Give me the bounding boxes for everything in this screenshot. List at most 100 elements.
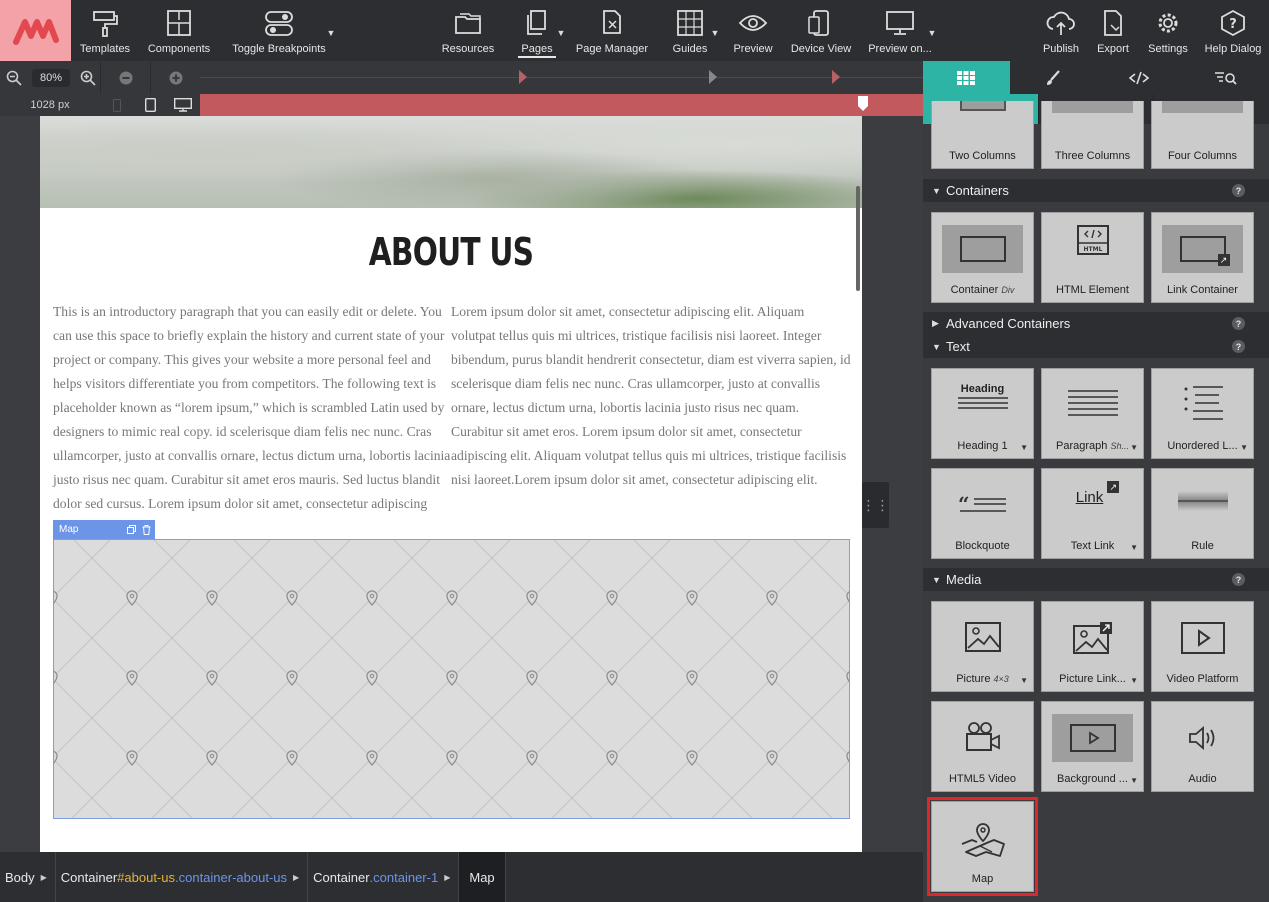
card-video-platform[interactable]: Video Platform	[1151, 601, 1254, 692]
columns-icon	[1162, 101, 1243, 113]
preview-on-dropdown[interactable]: ▼	[927, 0, 937, 61]
section-text[interactable]: ▼ Text ?	[923, 335, 1269, 358]
page-title[interactable]: ABOUT US	[130, 230, 771, 274]
duplicate-icon[interactable]	[127, 524, 136, 534]
tablet-view-button[interactable]	[134, 94, 166, 116]
breadcrumb-container-about-us[interactable]: Container #about-us .container-about-us ▶	[56, 852, 309, 902]
breadcrumb-body[interactable]: Body ▶	[0, 852, 56, 902]
card-heading[interactable]: Heading Heading 1 ▼	[931, 368, 1034, 459]
pages-dropdown[interactable]: ▼	[556, 0, 566, 61]
templates-button[interactable]: Templates	[75, 0, 135, 61]
paragraph-left[interactable]: This is an introductory paragraph that y…	[53, 300, 451, 540]
preview-button[interactable]: Preview	[731, 0, 775, 61]
pages-icon	[527, 10, 546, 35]
pages-button[interactable]: Pages	[512, 0, 562, 61]
publish-button[interactable]: Publish	[1039, 0, 1083, 61]
map-icon	[932, 822, 1033, 858]
desktop-view-button[interactable]	[166, 94, 200, 116]
breadcrumb-container-1[interactable]: Container .container-1 ▶	[308, 852, 460, 902]
guides-button[interactable]: Guides	[668, 0, 712, 61]
export-button[interactable]: Export	[1093, 0, 1133, 61]
settings-button[interactable]: Settings	[1145, 0, 1191, 61]
card-paragraph[interactable]: Paragraph Sh... ▼	[1041, 368, 1144, 459]
blockquote-icon: “	[932, 493, 1033, 515]
card-audio[interactable]: Audio	[1151, 701, 1254, 792]
card-container-div[interactable]: Container Div	[931, 212, 1034, 303]
page-manager-button[interactable]: Page Manager	[575, 0, 649, 61]
add-breakpoint-button[interactable]	[150, 61, 200, 94]
components-button[interactable]: Components	[146, 0, 212, 61]
card-rule[interactable]: Rule	[1151, 468, 1254, 559]
card-two-columns[interactable]: Two Columns	[931, 101, 1034, 169]
map-placeholder[interactable]	[53, 539, 850, 819]
caret-down-icon[interactable]: ▼	[1020, 676, 1028, 685]
caret-down-icon[interactable]: ▼	[1130, 676, 1138, 685]
card-picture-link[interactable]: Picture Link... ▼	[1041, 601, 1144, 692]
zoom-value[interactable]: 80%	[32, 69, 70, 87]
breakpoints-dropdown[interactable]: ▼	[326, 0, 336, 61]
phone-view-button[interactable]	[100, 94, 134, 116]
breakpoint-range-track[interactable]	[200, 94, 923, 116]
help-icon[interactable]: ?	[1232, 184, 1245, 197]
width-handle-icon[interactable]	[858, 96, 868, 112]
card-link-container[interactable]: ↗ Link Container	[1151, 212, 1254, 303]
breakpoint-marker-icon[interactable]	[831, 70, 841, 84]
columns-icon	[960, 101, 1006, 111]
heading-icon: Heading	[932, 383, 1033, 409]
resize-handle[interactable]: ⋮⋮	[862, 482, 890, 528]
help-icon[interactable]: ?	[1232, 340, 1245, 353]
zoom-out-button[interactable]	[0, 61, 28, 94]
caret-down-icon[interactable]: ▼	[1130, 543, 1138, 552]
breakpoint-ruler	[200, 77, 923, 78]
card-unordered-list[interactable]: Unordered L... ▼	[1151, 368, 1254, 459]
remove-breakpoint-button[interactable]	[100, 61, 150, 94]
chevron-right-icon: ▶	[444, 872, 451, 882]
breakpoint-marker-icon[interactable]	[518, 70, 528, 84]
elements-panel: Elements Components Symbols Two Columns …	[923, 61, 1269, 902]
columns-icon	[1052, 101, 1133, 113]
phone-icon	[113, 98, 121, 112]
caret-down-icon: ▼	[710, 28, 720, 38]
section-containers[interactable]: ▼ Containers ?	[923, 179, 1269, 202]
section-advanced-containers[interactable]: ▶ Advanced Containers ?	[923, 312, 1269, 335]
card-html5-video[interactable]: HTML5 Video	[931, 701, 1034, 792]
device-view-button[interactable]: Device View	[789, 0, 853, 61]
breakpoint-marker-icon[interactable]	[708, 70, 718, 84]
selected-element-tag[interactable]: Map	[53, 520, 155, 539]
help-dialog-button[interactable]: ? Help Dialog	[1203, 0, 1263, 61]
breadcrumb-map[interactable]: Map	[459, 852, 506, 902]
guides-dropdown[interactable]: ▼	[710, 0, 720, 61]
hero-image[interactable]	[40, 116, 862, 208]
tab-elements-grid[interactable]	[923, 61, 1010, 94]
card-html-element[interactable]: HTML HTML Element	[1041, 212, 1144, 303]
breadcrumb: Body ▶ Container #about-us .container-about…	[0, 852, 923, 902]
card-three-columns[interactable]: Three Columns	[1041, 101, 1144, 169]
card-four-columns[interactable]: Four Columns	[1151, 101, 1254, 169]
page-preview[interactable]: ABOUT US This is an introductory paragra…	[40, 116, 862, 852]
help-icon[interactable]: ?	[1232, 317, 1245, 330]
page-scrollbar[interactable]	[856, 186, 860, 291]
help-icon[interactable]: ?	[1232, 573, 1245, 586]
card-map[interactable]: Map	[927, 797, 1038, 896]
resources-button[interactable]: Resources	[440, 0, 496, 61]
preview-on-button[interactable]: Preview on...	[866, 0, 934, 61]
caret-down-icon[interactable]: ▼	[1240, 443, 1248, 452]
caret-down-icon[interactable]: ▼	[1020, 443, 1028, 452]
toggle-breakpoints-button[interactable]: Toggle Breakpoints	[230, 0, 328, 61]
card-text-link[interactable]: Link ↗ Text Link ▼	[1041, 468, 1144, 559]
trash-icon[interactable]	[142, 524, 151, 535]
app-logo[interactable]	[0, 0, 71, 61]
grid-icon	[957, 70, 976, 85]
card-picture[interactable]: Picture 4×3 ▼	[931, 601, 1034, 692]
card-blockquote[interactable]: “ Blockquote	[931, 468, 1034, 559]
tab-code[interactable]	[1096, 61, 1183, 94]
tab-search[interactable]	[1183, 61, 1269, 94]
section-media[interactable]: ▼ Media ?	[923, 568, 1269, 591]
caret-down-icon[interactable]: ▼	[1130, 443, 1138, 452]
card-background-video[interactable]: Background ... ▼	[1041, 701, 1144, 792]
puzzle-icon	[167, 10, 191, 36]
paragraph-right[interactable]: Lorem ipsum dolor sit amet, consectetur …	[451, 300, 851, 492]
caret-down-icon[interactable]: ▼	[1130, 776, 1138, 785]
tab-style[interactable]	[1010, 61, 1097, 94]
zoom-in-button[interactable]	[76, 61, 100, 94]
